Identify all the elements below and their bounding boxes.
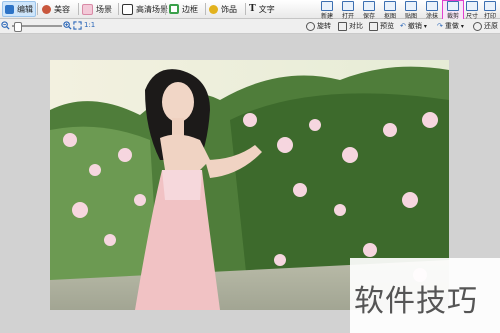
fit-screen-icon[interactable] bbox=[73, 21, 82, 30]
undo-button[interactable]: ↶ 撤销 ▾ bbox=[400, 21, 427, 31]
paste-button[interactable]: 贴图 bbox=[401, 1, 421, 20]
tab-hd-scene[interactable]: 高清场景 bbox=[122, 2, 168, 16]
open-button[interactable]: 打开 bbox=[338, 1, 358, 20]
top-toolbar: 编辑 美容 场景 高清场景 边框 饰品 T 文字 新建 打开 保存 抠图 贴图 … bbox=[0, 0, 500, 20]
crop-icon bbox=[447, 1, 459, 11]
paste-icon bbox=[405, 1, 417, 11]
chevron-down-icon: ▾ bbox=[460, 22, 464, 30]
zoom-in-icon[interactable] bbox=[63, 21, 72, 30]
preview-button-label: 预览 bbox=[380, 22, 394, 30]
preview-button[interactable]: 预览 bbox=[369, 21, 394, 31]
tab-accessory[interactable]: 饰品 bbox=[209, 2, 237, 16]
divider bbox=[245, 3, 246, 15]
save-icon bbox=[363, 1, 375, 11]
tab-frame-label: 边框 bbox=[182, 4, 198, 14]
compare-button[interactable]: 对比 bbox=[338, 21, 363, 31]
crop-button[interactable]: 裁剪 bbox=[442, 0, 464, 20]
edit-icon bbox=[5, 4, 14, 14]
undo-icon: ↶ bbox=[400, 22, 406, 30]
divider bbox=[205, 3, 206, 15]
undo-button-label: 撤销 bbox=[407, 22, 422, 30]
divider bbox=[37, 3, 38, 15]
compare-button-label: 对比 bbox=[349, 22, 363, 30]
cutout-icon bbox=[384, 1, 396, 11]
rotate-button[interactable]: 旋转 bbox=[306, 21, 331, 31]
resize-button[interactable]: 尺寸 bbox=[462, 1, 482, 20]
tab-text-label: 文字 bbox=[258, 4, 275, 14]
tab-scene[interactable]: 场景 bbox=[82, 2, 112, 16]
resize-icon bbox=[466, 1, 478, 11]
tab-accessory-label: 饰品 bbox=[221, 4, 237, 14]
hd-scene-icon bbox=[122, 3, 133, 15]
redo-icon: ↷ bbox=[437, 22, 443, 30]
tab-hd-scene-label: 高清场景 bbox=[136, 4, 168, 14]
rotate-icon bbox=[306, 21, 315, 31]
print-button[interactable]: 打印 bbox=[480, 1, 500, 20]
watermark-text: 软件技巧 bbox=[354, 284, 478, 319]
save-button[interactable]: 保存 bbox=[359, 1, 379, 20]
rotate-button-label: 旋转 bbox=[317, 22, 331, 30]
cutout-button[interactable]: 抠图 bbox=[380, 1, 400, 20]
scene-icon bbox=[82, 3, 93, 15]
tab-edit-label: 编辑 bbox=[17, 4, 33, 14]
divider bbox=[165, 3, 166, 15]
frame-icon bbox=[169, 4, 179, 14]
new-button[interactable]: 新建 bbox=[317, 1, 337, 20]
beauty-icon bbox=[42, 4, 51, 14]
restore-button[interactable]: 还原 bbox=[473, 21, 498, 31]
text-icon: T bbox=[249, 4, 256, 14]
divider bbox=[118, 3, 119, 15]
new-icon bbox=[321, 1, 333, 11]
redo-button[interactable]: ↷ 重做 ▾ bbox=[437, 21, 464, 31]
tab-beauty[interactable]: 美容 bbox=[42, 2, 70, 16]
open-icon bbox=[342, 1, 354, 11]
tab-beauty-label: 美容 bbox=[54, 4, 70, 14]
restore-button-label: 还原 bbox=[484, 22, 498, 30]
view-toolbar: 1:1 旋转 对比 预览 ↶ 撤销 ▾ ↷ 重做 ▾ 还原 bbox=[0, 19, 500, 34]
watermark: 软件技巧 bbox=[350, 258, 500, 333]
compare-icon bbox=[338, 21, 347, 31]
tab-text[interactable]: T 文字 bbox=[249, 2, 275, 16]
smear-icon bbox=[426, 1, 438, 11]
accessory-icon bbox=[209, 4, 218, 14]
smear-button[interactable]: 涂抹 bbox=[422, 1, 442, 20]
print-icon bbox=[484, 1, 496, 11]
chevron-down-icon: ▾ bbox=[423, 22, 427, 30]
zoom-slider-handle[interactable] bbox=[14, 22, 22, 32]
actual-size-button[interactable]: 1:1 bbox=[84, 21, 95, 29]
redo-button-label: 重做 bbox=[444, 22, 459, 30]
zoom-out-icon[interactable] bbox=[1, 21, 10, 30]
tab-scene-label: 场景 bbox=[96, 4, 112, 14]
restore-icon bbox=[473, 21, 482, 31]
tab-edit[interactable]: 编辑 bbox=[2, 1, 36, 17]
tab-frame[interactable]: 边框 bbox=[169, 2, 198, 16]
preview-icon bbox=[369, 21, 378, 31]
divider bbox=[78, 3, 79, 15]
